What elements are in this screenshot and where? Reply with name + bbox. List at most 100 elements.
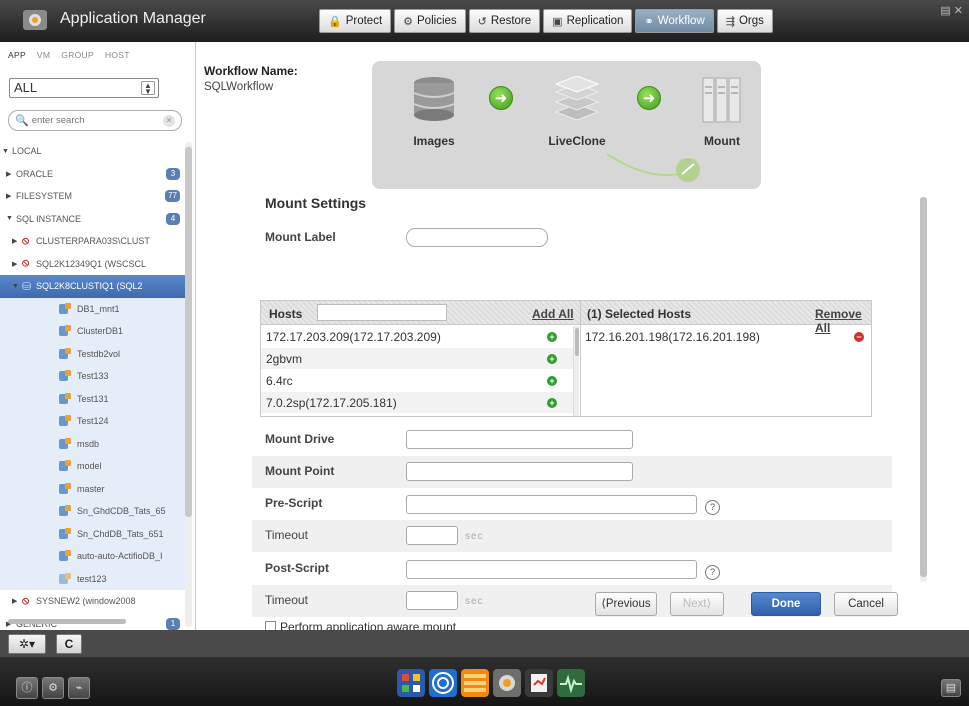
hosts-scrollbar[interactable] (573, 326, 579, 416)
nav-label: Replication (566, 15, 624, 27)
tree-node-label: Test124 (77, 416, 109, 427)
settings-gear-icon[interactable]: ⚙ (42, 677, 64, 699)
sidebar-tab-group[interactable]: GROUP (61, 50, 94, 68)
host-row[interactable]: 6.4rc + (261, 370, 573, 391)
add-host-icon[interactable]: + (547, 398, 557, 408)
filter-select[interactable]: ALL ▲ ▼ (9, 78, 159, 98)
tree-node[interactable]: Testdb2vol (0, 342, 186, 365)
done-button[interactable]: Done (751, 592, 821, 616)
selected-host-row[interactable]: 172.16.201.198(172.16.201.198) − (581, 326, 871, 347)
tools-icon[interactable]: ⌁ (68, 677, 90, 699)
workflow-curve-arrow-icon (607, 153, 700, 182)
hosts-search-input[interactable] (317, 304, 447, 321)
sidebar-search[interactable]: 🔍 ✕ (8, 110, 182, 131)
host-row[interactable]: 172.17.203.209(172.17.203.209) + (261, 326, 573, 347)
clear-search-icon[interactable]: ✕ (163, 114, 175, 127)
dashboard-app-icon[interactable] (397, 669, 425, 697)
tree-node[interactable]: ▶ FILESYSTEM 77 (0, 185, 186, 208)
nav-protect-button[interactable]: 🔒 Protect (319, 9, 392, 33)
workflow-diagram: Images ➜ LiveClone ➜ Mount (372, 61, 761, 189)
window-controls[interactable]: ▤ ✕ (940, 4, 963, 17)
tree-node-label: auto-auto-ActifioDB_I (77, 551, 163, 562)
domain-manager-app-icon[interactable] (429, 669, 457, 697)
tree-node[interactable]: ▶ ORACLE 3 (0, 163, 186, 186)
next-button[interactable]: Next⟩ (670, 592, 724, 616)
remove-host-icon[interactable]: − (854, 332, 864, 342)
pre-script-input[interactable] (406, 495, 697, 514)
tree-node[interactable]: ▼ SQL INSTANCE 4 (0, 208, 186, 231)
system-monitor-app-icon[interactable] (557, 669, 585, 697)
sidebar-tab-app[interactable]: APP (8, 50, 26, 68)
tree-node[interactable]: Test131 (0, 387, 186, 410)
sidebar-hscrollbar[interactable] (8, 619, 126, 624)
desktop-icon[interactable]: ▤ (941, 679, 961, 697)
post-timeout-input[interactable] (406, 591, 458, 610)
pre-timeout-input[interactable] (406, 526, 458, 545)
cancel-button[interactable]: Cancel (834, 592, 898, 616)
mount-server-icon (702, 77, 741, 123)
settings-menu-button[interactable]: ✲▾ (8, 634, 46, 654)
tree-node[interactable]: ClusterDB1 (0, 320, 186, 343)
sidebar-tab-vm[interactable]: VM (37, 50, 50, 68)
tree-node[interactable]: model (0, 455, 186, 478)
report-manager-app-icon[interactable] (525, 669, 553, 697)
mount-label-label: Mount Label (265, 230, 336, 244)
tree-node[interactable]: ▶ ⦸ SYSNEW2 (window2008 (0, 590, 186, 613)
expand-down-icon[interactable]: ▼ (12, 283, 22, 290)
host-row[interactable]: 2gbvm + (261, 348, 573, 369)
mount-label-input[interactable] (406, 228, 548, 247)
nav-replication-button[interactable]: ▣ Replication (543, 9, 633, 33)
expand-right-icon[interactable]: ▶ (6, 170, 16, 178)
tree-node[interactable]: ▼ LOCAL (0, 140, 186, 163)
tree-node[interactable]: msdb (0, 432, 186, 455)
expand-right-icon[interactable]: ▶ (12, 237, 22, 245)
main-scrollbar[interactable] (920, 197, 927, 582)
tree-node[interactable]: Sn_GhdCDB_Tats_65 (0, 500, 186, 523)
sidebar-tab-host[interactable]: HOST (105, 50, 130, 68)
add-host-icon[interactable]: + (547, 354, 557, 364)
sidebar-tabs: APP VM GROUP HOST (0, 42, 195, 68)
previous-button[interactable]: ⟨Previous (595, 592, 657, 616)
post-script-input[interactable] (406, 560, 697, 579)
tree-node[interactable]: ▶ ⦸ CLUSTERPARA03S\CLUST (0, 230, 186, 253)
tree-node-label: Sn_ChdDB_Tats_651 (77, 528, 164, 539)
add-host-icon[interactable]: + (547, 376, 557, 386)
tree-node[interactable]: auto-auto-ActifioDB_I (0, 545, 186, 568)
tree-node[interactable]: ▶ ⦸ SQL2K12349Q1 (WSCSCL (0, 253, 186, 276)
tree-node-label: SQL INSTANCE (16, 213, 82, 224)
expand-down-icon[interactable]: ▼ (6, 215, 16, 222)
host-row[interactable]: 7.0.2sp(172.17.205.181) + (261, 392, 573, 413)
hosts-divider (580, 301, 581, 416)
tree-node[interactable]: test123 (0, 567, 186, 590)
pre-script-help-icon[interactable]: ? (705, 500, 720, 515)
nav-orgs-button[interactable]: ⇶ Orgs (716, 9, 773, 33)
nav-policies-button[interactable]: ⚙ Policies (394, 9, 466, 33)
tree-node-label: Testdb2vol (77, 348, 121, 359)
app-tree: ▼ LOCAL ▶ ORACLE 3 ▶ FILESYSTEM 77 ▼ SQL INSTANCE… (0, 140, 186, 635)
application-manager-app-icon[interactable] (493, 669, 521, 697)
count-badge: 1 (166, 617, 180, 630)
nav-restore-button[interactable]: ↺ Restore (468, 9, 541, 33)
tree-node[interactable]: master (0, 477, 186, 500)
refresh-button[interactable]: C (56, 634, 82, 654)
add-all-link[interactable]: Add All (532, 307, 574, 321)
main-panel: Workflow Name: SQLWorkflow Images ➜ Live… (196, 42, 969, 634)
mount-drive-input[interactable] (406, 430, 633, 449)
add-host-icon[interactable]: + (547, 332, 557, 342)
info-icon[interactable]: ⓘ (16, 677, 38, 699)
sidebar-search-input[interactable] (31, 115, 154, 126)
tree-node[interactable]: Test133 (0, 365, 186, 388)
expand-down-icon[interactable]: ▼ (2, 148, 12, 155)
expand-right-icon[interactable]: ▶ (12, 260, 22, 268)
sla-architect-app-icon[interactable] (461, 669, 489, 697)
expand-right-icon[interactable]: ▶ (6, 192, 16, 200)
tree-node[interactable]: ▼ ⛁ SQL2K8CLUSTIQ1 (SQL2 (0, 275, 186, 298)
mount-point-input[interactable] (406, 462, 633, 481)
tree-node[interactable]: Test124 (0, 410, 186, 433)
sidebar-scrollbar[interactable] (185, 142, 192, 627)
post-script-help-icon[interactable]: ? (705, 565, 720, 580)
tree-node[interactable]: DB1_mnt1 (0, 297, 186, 320)
nav-workflow-button[interactable]: ⚭ Workflow (635, 9, 714, 33)
tree-node[interactable]: Sn_ChdDB_Tats_651 (0, 522, 186, 545)
expand-right-icon[interactable]: ▶ (12, 597, 22, 605)
